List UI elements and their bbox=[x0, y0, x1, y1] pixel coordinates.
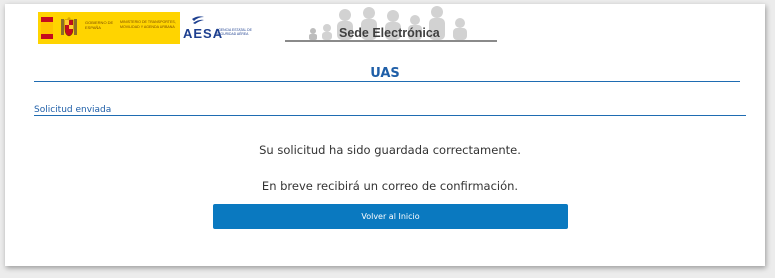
saved-message: Su solicitud ha sido guardada correctame… bbox=[259, 143, 521, 157]
back-to-home-button[interactable]: Volver al Inicio bbox=[213, 204, 568, 229]
header: Gobierno de España Ministerio de Transpo… bbox=[5, 4, 765, 44]
spain-flag-icon bbox=[41, 17, 53, 39]
sede-electronica-banner[interactable]: Sede Electrónica bbox=[285, 4, 497, 42]
sede-title: Sede Electrónica bbox=[339, 26, 440, 40]
page-card: Gobierno de España Ministerio de Transpo… bbox=[5, 4, 765, 266]
government-logo[interactable]: Gobierno de España Ministerio de Transpo… bbox=[38, 12, 180, 44]
coat-of-arms-icon bbox=[61, 17, 77, 37]
subsection-divider bbox=[34, 115, 746, 116]
government-text: Gobierno de España bbox=[85, 20, 114, 30]
section-divider bbox=[34, 81, 740, 82]
confirmation-message: En breve recibirá un correo de confirmac… bbox=[261, 179, 519, 193]
aesa-wing-icon bbox=[192, 16, 204, 24]
aesa-logo[interactable]: AESA Agencia Estatal de Seguridad Aérea bbox=[183, 15, 263, 43]
section-title: UAS bbox=[370, 66, 400, 81]
subsection-title: Solicitud enviada bbox=[34, 105, 112, 115]
ministry-text: Ministerio de Transportes, Movilidad y A… bbox=[120, 20, 176, 29]
banner-underline bbox=[285, 40, 497, 42]
aesa-subtitle: Agencia Estatal de Seguridad Aérea bbox=[216, 28, 252, 36]
